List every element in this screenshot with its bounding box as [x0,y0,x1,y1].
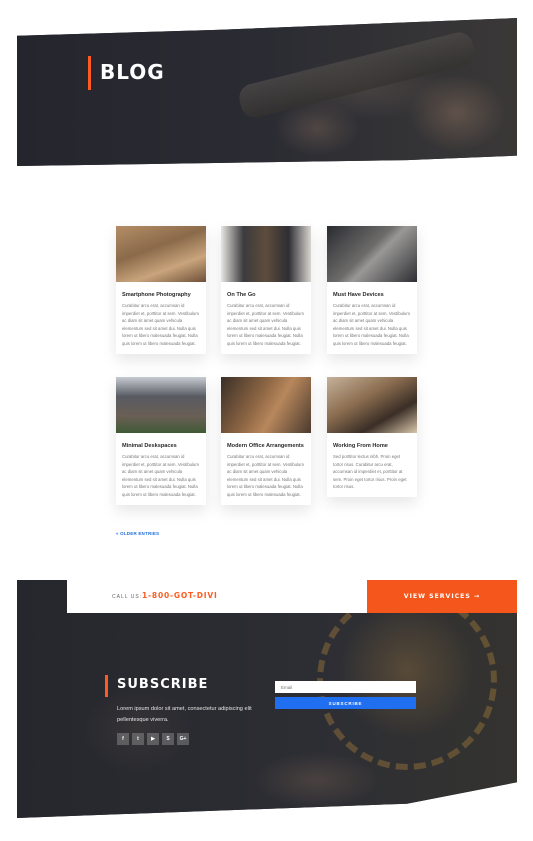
subscribe-description: Lorem ipsum dolor sit amet, consectetur … [117,706,252,723]
blog-card[interactable]: Modern Office Arrangements Curabitur arc… [221,377,311,505]
blog-card[interactable]: Working From Home Sed porttitor lectus n… [327,377,417,497]
subscribe-title: SUBSCRIBE [117,677,209,692]
hero-background-image [236,29,478,121]
youtube-icon[interactable]: ▶ [147,733,159,745]
twitter-icon[interactable]: t [132,733,144,745]
google-plus-icon[interactable]: G+ [177,733,189,745]
post-thumbnail[interactable] [116,226,206,282]
post-thumbnail[interactable] [221,377,311,433]
post-title[interactable]: On The Go [227,292,305,298]
view-services-button[interactable]: VIEW SERVICES → [367,580,517,613]
social-links: f t ▶ S G+ [117,733,189,745]
hero-accent-bar [88,56,91,90]
post-title[interactable]: Smartphone Photography [122,292,200,298]
post-excerpt: Curabitur arcu erat, accumsan id imperdi… [227,303,304,346]
subscribe-section [17,580,517,818]
phone-number[interactable]: 1-800-GOT-DIVI [142,591,218,600]
older-entries-link[interactable]: « OLDER ENTRIES [116,531,159,536]
page-title: BLOG [100,60,165,84]
hero-banner [17,18,517,166]
post-excerpt: Curabitur arcu erat, accumsan id imperdi… [333,303,410,346]
post-title[interactable]: Must Have Devices [333,292,411,298]
post-excerpt: Curabitur arcu erat, accumsan id imperdi… [227,454,304,497]
post-title[interactable]: Modern Office Arrangements [227,443,305,449]
post-excerpt: Curabitur arcu erat, accumsan id imperdi… [122,454,199,497]
blog-card[interactable]: Must Have Devices Curabitur arcu erat, a… [327,226,417,354]
post-excerpt: Curabitur arcu erat, accumsan id imperdi… [122,303,199,346]
blog-card[interactable]: On The Go Curabitur arcu erat, accumsan … [221,226,311,354]
blog-card[interactable]: Minimal Deskspaces Curabitur arcu erat, … [116,377,206,505]
post-thumbnail[interactable] [327,226,417,282]
post-excerpt: Sed porttitor lectus nibh. Proin eget to… [333,454,407,490]
call-label: CALL US: [112,594,143,600]
post-title[interactable]: Working From Home [333,443,411,449]
skype-icon[interactable]: S [162,733,174,745]
blog-card[interactable]: Smartphone Photography Curabitur arcu er… [116,226,206,354]
post-thumbnail[interactable] [327,377,417,433]
saw-blade-background [317,590,497,770]
post-thumbnail[interactable] [116,377,206,433]
subscribe-accent-bar [105,675,108,697]
facebook-icon[interactable]: f [117,733,129,745]
post-thumbnail[interactable] [221,226,311,282]
subscribe-button[interactable]: SUBSCRIBE [275,697,416,709]
email-field[interactable] [275,681,416,693]
post-title[interactable]: Minimal Deskspaces [122,443,200,449]
